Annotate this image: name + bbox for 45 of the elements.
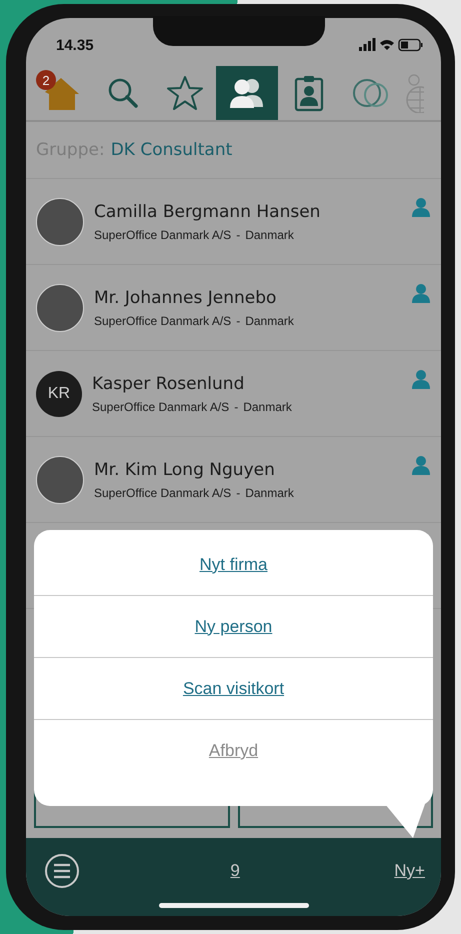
status-time: 14.35: [56, 36, 94, 54]
avatar-placeholder: [36, 456, 84, 504]
person-icon: [411, 283, 431, 303]
menu-icon[interactable]: [44, 853, 80, 889]
company-name: SuperOffice Danmark A/S: [94, 228, 232, 242]
circles-icon: [352, 76, 390, 110]
country-name: Danmark: [243, 400, 292, 414]
separator-text: -: [234, 400, 238, 414]
notification-badge: 2: [36, 70, 56, 90]
search-icon: [107, 77, 139, 109]
contact-row[interactable]: Mr. Kim Long Nguyen SuperOffice Danmark A/S - Danmark: [26, 437, 441, 523]
action-sheet-item[interactable]: Ny person: [34, 596, 433, 658]
people-icon: [228, 77, 266, 109]
person-icon: [411, 455, 431, 475]
id-card-icon: [294, 74, 324, 112]
nav-tab[interactable]: [216, 66, 278, 120]
signal-wifi-battery-icon: [359, 38, 423, 52]
country-name: Danmark: [245, 486, 294, 500]
action-sheet-item[interactable]: Afbryd: [34, 720, 433, 782]
separator-text: -: [236, 314, 240, 328]
country-name: Danmark: [245, 228, 294, 242]
separator-text: -: [236, 486, 240, 500]
action-sheet-item[interactable]: Scan visitkort: [34, 658, 433, 720]
country-name: Danmark: [245, 314, 294, 328]
avatar-placeholder: [36, 198, 84, 246]
company-name: SuperOffice Danmark A/S: [94, 486, 232, 500]
company-name: SuperOffice Danmark A/S: [92, 400, 230, 414]
nav-tab[interactable]: 2: [30, 66, 92, 120]
action-sheet-item[interactable]: Nyt firma: [34, 534, 433, 596]
separator-text: -: [236, 228, 240, 242]
contact-name: Mr. Johannes Jennebo: [94, 288, 278, 308]
contact-name: Kasper Rosenlund: [92, 374, 246, 394]
company-name: SuperOffice Danmark A/S: [94, 314, 232, 328]
count-link[interactable]: 9: [226, 861, 244, 881]
contact-row[interactable]: Mr. Johannes Jennebo SuperOffice Danmark A/S - Danmark: [26, 265, 441, 351]
contact-name: Camilla Bergmann Hansen: [94, 202, 322, 222]
new-link[interactable]: Ny+: [390, 861, 429, 881]
avatar-placeholder: [36, 284, 84, 332]
contact-row[interactable]: KR Kasper Rosenlund SuperOffice Danmark A/S - Danmark: [26, 351, 441, 437]
contact-row[interactable]: Camilla Bergmann Hansen SuperOffice Danmark A/S - Danmark: [26, 179, 441, 265]
contact-name: Mr. Kim Long Nguyen: [94, 460, 276, 480]
initials-avatar: KR: [36, 370, 82, 416]
person-icon: [411, 369, 431, 389]
person-icon: [411, 197, 431, 217]
star-icon: [166, 75, 204, 111]
